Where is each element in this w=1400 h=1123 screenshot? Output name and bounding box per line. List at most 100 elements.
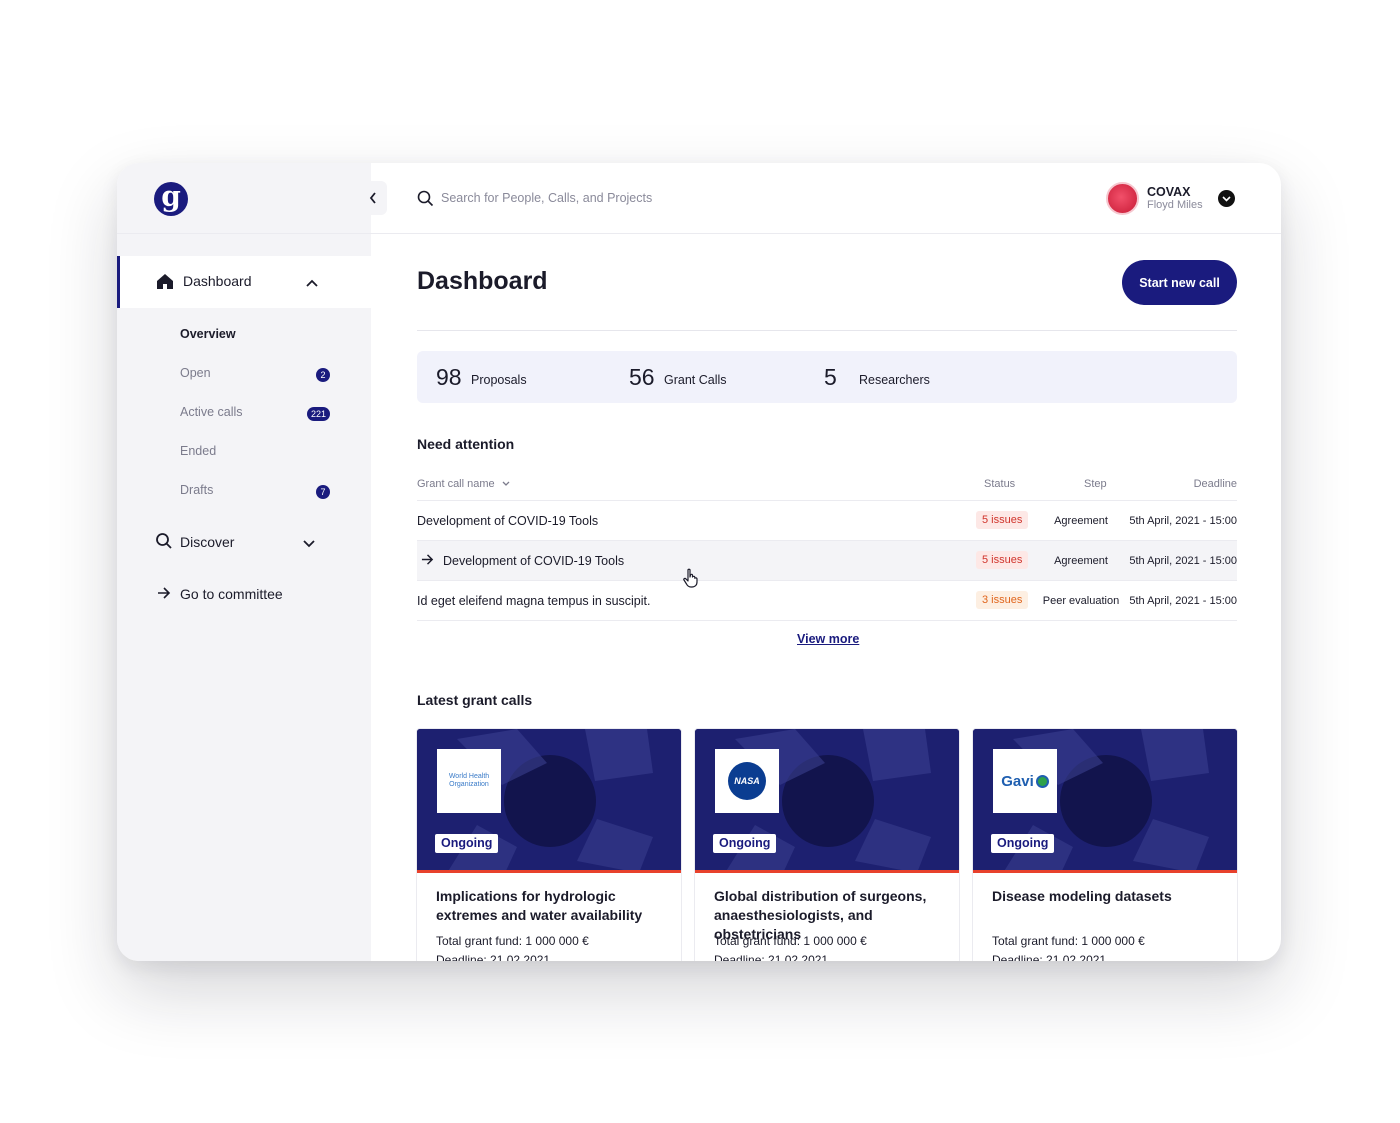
sidebar-subitem-label: Ended xyxy=(180,444,217,458)
card-deadline: Deadline: 21.02.2021 xyxy=(436,953,551,961)
column-header-status: Status xyxy=(984,478,1016,490)
table-header: Grant call name Status Step Deadline xyxy=(417,478,1237,500)
column-header-label: Grant call name xyxy=(417,478,495,490)
app-logo[interactable]: g xyxy=(154,182,188,216)
stat-grant-calls-value: 56 xyxy=(629,364,655,390)
avatar[interactable] xyxy=(1106,182,1139,215)
chevron-left-icon xyxy=(369,192,376,204)
org-logo: NASA xyxy=(715,749,779,813)
sidebar-item-committee[interactable]: Go to committee xyxy=(117,577,371,611)
card-image: World Health Organization Ongoing xyxy=(417,729,681,873)
count-badge: 221 xyxy=(306,407,330,421)
table-row[interactable]: Id eget eleifend magna tempus in suscipi… xyxy=(417,580,1237,620)
search-input[interactable] xyxy=(441,187,821,209)
grant-call-card[interactable]: Gavi Ongoing Disease modeling datasets T… xyxy=(972,728,1238,961)
home-icon xyxy=(156,273,174,295)
search-icon xyxy=(417,190,434,212)
status-badge: Ongoing xyxy=(713,834,777,853)
title-divider xyxy=(417,330,1237,331)
stat-proposals-value: 98 xyxy=(436,364,462,390)
app-window: g Dashboard Overview Open 2 Active calls… xyxy=(117,163,1281,961)
card-deadline: Deadline: 21.02.2021 xyxy=(714,953,829,961)
status-badge: 5 issues xyxy=(976,511,1029,529)
gavi-logo: Gavi xyxy=(1001,772,1034,790)
sidebar-item-dashboard[interactable]: Dashboard xyxy=(117,256,371,308)
search-icon xyxy=(155,532,173,555)
card-fund: Total grant fund: 1 000 000 € xyxy=(714,934,867,948)
stats-bar: 98 Proposals 56 Grant Calls 5 Researcher… xyxy=(417,351,1237,403)
grant-call-card[interactable]: NASA Ongoing Global distribution of surg… xyxy=(694,728,960,961)
card-title: Disease modeling datasets xyxy=(992,888,1172,904)
sidebar-subitem-label: Open xyxy=(180,366,211,380)
status-badge: Ongoing xyxy=(991,834,1055,853)
card-title: Implications for hydrologic extremes and… xyxy=(436,888,643,923)
collapse-sidebar-button[interactable] xyxy=(359,181,387,215)
chevron-up-icon[interactable] xyxy=(305,275,319,293)
table-row[interactable]: Development of COVID-19 Tools 5 issues A… xyxy=(417,540,1237,580)
org-logo: Gavi xyxy=(993,749,1057,813)
sidebar-subitem-label: Overview xyxy=(180,327,236,341)
stat-researchers-value: 5 xyxy=(824,364,837,390)
sidebar-item-label: Go to committee xyxy=(180,586,283,602)
stat-proposals-label: Proposals xyxy=(471,373,527,387)
stat-researchers-label: Researchers xyxy=(859,373,930,387)
deadline-cell: 5th April, 2021 - 15:00 xyxy=(1129,595,1237,607)
step-cell: Agreement xyxy=(1054,555,1108,567)
grant-call-name: Development of COVID-19 Tools xyxy=(417,514,599,528)
sidebar-subitem-overview[interactable]: Overview xyxy=(180,327,330,347)
grant-call-name: Id eget eleifend magna tempus in suscipi… xyxy=(417,594,651,608)
org-logo: World Health Organization xyxy=(437,749,501,813)
hand-cursor-icon xyxy=(682,568,700,593)
stat-grant-calls-label: Grant Calls xyxy=(664,373,727,387)
status-badge: 3 issues xyxy=(976,591,1029,609)
start-new-call-button[interactable]: Start new call xyxy=(1122,260,1237,305)
arrow-right-icon xyxy=(421,553,434,569)
sidebar-divider xyxy=(117,233,371,234)
logo-text: NASA xyxy=(734,776,760,786)
world-health-organization-logo: World Health Organization xyxy=(448,773,490,788)
column-header-name[interactable]: Grant call name xyxy=(417,478,511,490)
sidebar-subitem-active-calls[interactable]: Active calls 221 xyxy=(180,405,330,425)
sidebar-subitem-open[interactable]: Open 2 xyxy=(180,366,330,386)
card-fund: Total grant fund: 1 000 000 € xyxy=(992,934,1145,948)
sidebar-subitem-label: Drafts xyxy=(180,483,214,497)
sidebar-subitem-label: Active calls xyxy=(180,405,243,419)
card-image: NASA Ongoing xyxy=(695,729,959,873)
sidebar-item-discover[interactable]: Discover xyxy=(117,525,371,559)
topbar-divider xyxy=(371,233,1281,234)
org-name: COVAX xyxy=(1147,185,1191,199)
page-title: Dashboard xyxy=(417,267,548,295)
sidebar-subitem-drafts[interactable]: Drafts 7 xyxy=(180,483,330,503)
card-deadline: Deadline: 21.02.2021 xyxy=(992,953,1107,961)
column-header-step: Step xyxy=(1084,478,1107,490)
latest-grant-calls-title: Latest grant calls xyxy=(417,692,533,708)
column-header-deadline: Deadline xyxy=(1193,478,1237,490)
count-badge: 7 xyxy=(316,485,330,499)
step-cell: Peer evaluation xyxy=(1042,595,1120,607)
deadline-cell: 5th April, 2021 - 15:00 xyxy=(1129,515,1237,527)
sidebar-item-label: Discover xyxy=(180,534,235,550)
table-row[interactable]: Development of COVID-19 Tools 5 issues A… xyxy=(417,500,1237,540)
sidebar-subitem-ended[interactable]: Ended xyxy=(180,444,330,464)
grant-call-name: Development of COVID-19 Tools xyxy=(443,554,625,568)
chevron-down-icon xyxy=(502,481,510,486)
sidebar: g Dashboard Overview Open 2 Active calls… xyxy=(117,163,371,961)
user-menu-button[interactable] xyxy=(1218,190,1235,207)
status-badge: Ongoing xyxy=(435,834,499,853)
globe-icon xyxy=(1035,774,1049,788)
user-name: Floyd Miles xyxy=(1147,199,1203,211)
status-badge: 5 issues xyxy=(976,551,1029,569)
chevron-down-icon xyxy=(1222,195,1231,202)
arrow-right-icon xyxy=(157,586,171,605)
card-fund: Total grant fund: 1 000 000 € xyxy=(436,934,589,948)
table-divider xyxy=(417,620,1237,621)
count-badge: 2 xyxy=(316,368,330,382)
view-more-link[interactable]: View more xyxy=(797,632,859,646)
card-image: Gavi Ongoing xyxy=(973,729,1237,873)
need-attention-title: Need attention xyxy=(417,436,515,452)
grant-call-card[interactable]: World Health Organization Ongoing Implic… xyxy=(416,728,682,961)
step-cell: Agreement xyxy=(1054,515,1108,527)
nasa-logo: NASA xyxy=(728,762,766,800)
sidebar-item-label: Dashboard xyxy=(183,273,252,289)
chevron-down-icon[interactable] xyxy=(302,536,316,554)
